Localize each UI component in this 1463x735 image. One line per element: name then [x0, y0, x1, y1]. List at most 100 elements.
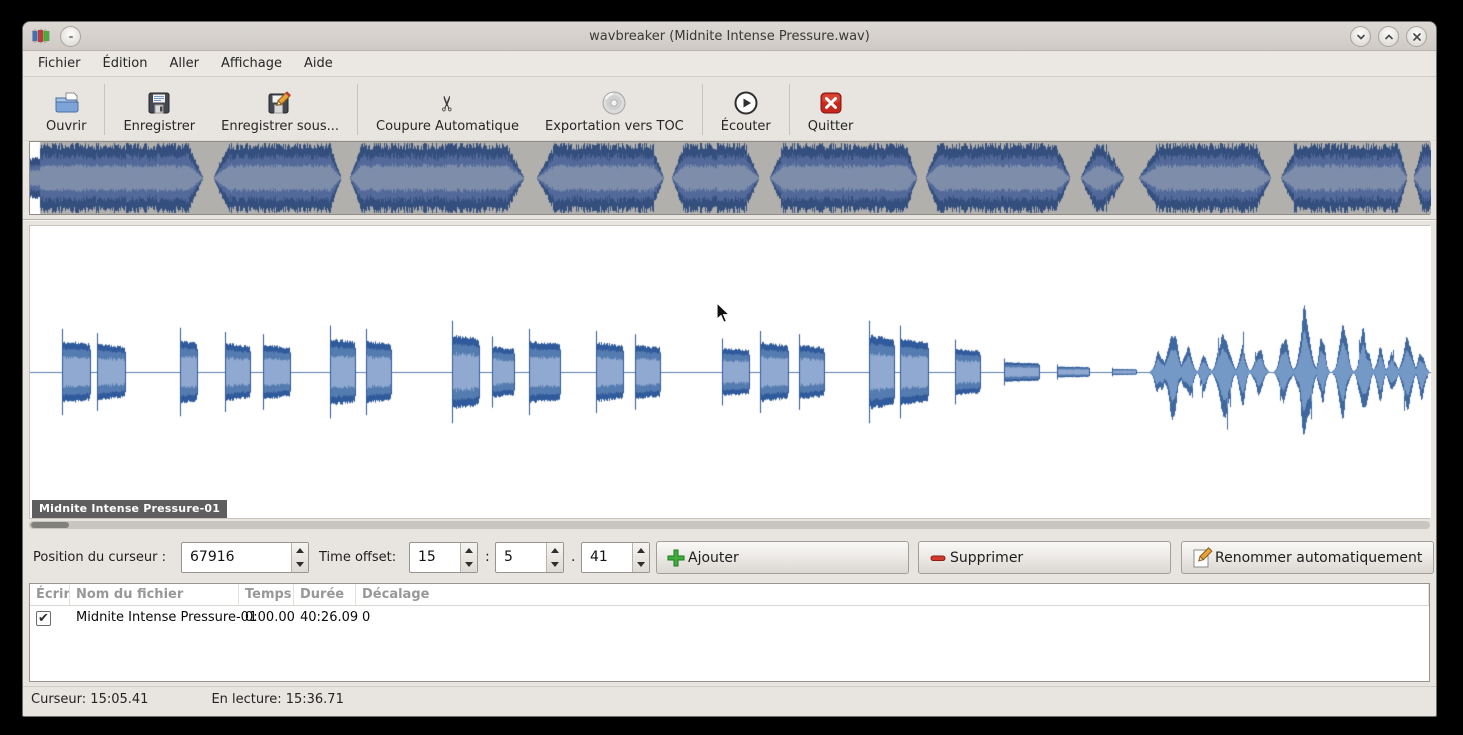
header-duration[interactable]: Durée: [294, 584, 356, 605]
play-icon: [733, 89, 759, 117]
auto-rename-button[interactable]: Renommer automatiquement: [1181, 541, 1434, 574]
toolbar-separator: [701, 84, 703, 135]
spin-down-button[interactable]: [633, 558, 649, 573]
time-offset-frac-input[interactable]: 41: [582, 543, 632, 572]
time-offset-min-spinbox[interactable]: 15: [409, 542, 478, 573]
spin-down-button[interactable]: [547, 558, 563, 573]
spin-up-button[interactable]: [547, 543, 563, 558]
add-plus-icon: [666, 548, 686, 568]
toc-export-label: Exportation vers TOC: [545, 119, 684, 134]
desktop: { "window": { "title": "wavbreaker (Midn…: [0, 0, 1463, 735]
scrollbar-thumb[interactable]: [31, 522, 69, 528]
window-menu-button[interactable]: [60, 26, 81, 47]
track-list: Écrir Nom du fichier Temps Durée Décalag…: [29, 583, 1430, 682]
quit-button[interactable]: Quitter: [795, 80, 867, 139]
header-filename[interactable]: Nom du fichier: [70, 584, 239, 605]
window-title: wavbreaker (Midnite Intense Pressure.wav…: [589, 29, 870, 44]
save-icon: [147, 89, 171, 117]
minimize-button[interactable]: [1350, 26, 1371, 47]
menu-aide[interactable]: Aide: [293, 51, 344, 76]
delete-label: Supprimer: [950, 549, 1024, 566]
status-playback: En lecture: 15:36.71: [211, 691, 344, 707]
track-list-header: Écrir Nom du fichier Temps Durée Décalag…: [30, 584, 1429, 606]
cursor-position-label: Position du curseur :: [33, 550, 166, 565]
add-label: Ajouter: [688, 549, 739, 566]
auto-cut-label: Coupure Automatique: [376, 119, 520, 134]
quit-icon: [819, 89, 843, 117]
spin-down-icon: [296, 562, 304, 568]
add-button[interactable]: Ajouter: [656, 541, 909, 574]
spin-down-button[interactable]: [461, 558, 477, 573]
toc-export-button[interactable]: Exportation vers TOC: [532, 80, 697, 139]
controls-row: Position du curseur : 67916 Time offset:…: [23, 541, 1436, 575]
close-icon: [1412, 32, 1421, 41]
menu-edition[interactable]: Édition: [92, 51, 159, 76]
close-button[interactable]: [1406, 26, 1427, 47]
time-colon: :: [485, 549, 490, 565]
separator-groove: [23, 219, 1436, 221]
chevron-up-icon: [1384, 33, 1393, 39]
wavbreaker-window: wavbreaker (Midnite Intense Pressure.wav…: [22, 21, 1437, 717]
toolbar: Ouvrir Enregistrer Enregistrer sous... ✂…: [23, 77, 1436, 141]
header-time[interactable]: Temps: [239, 584, 294, 605]
spin-up-button[interactable]: [633, 543, 649, 558]
menubar: Fichier Édition Aller Affichage Aide: [23, 51, 1436, 77]
header-write[interactable]: Écrir: [30, 584, 70, 605]
auto-cut-icon: ✂: [435, 94, 460, 112]
menu-aller[interactable]: Aller: [158, 51, 209, 76]
save-as-label: Enregistrer sous...: [221, 119, 340, 134]
spin-up-icon: [296, 547, 304, 553]
menu-fichier[interactable]: Fichier: [27, 51, 92, 76]
titlebar[interactable]: wavbreaker (Midnite Intense Pressure.wav…: [23, 22, 1436, 51]
delete-button[interactable]: Supprimer: [918, 541, 1171, 574]
spin-down-button[interactable]: [292, 558, 308, 573]
time-offset-frac-spinbox[interactable]: 41: [581, 542, 650, 573]
waveform-main[interactable]: Midnite Intense Pressure-01: [29, 225, 1431, 519]
save-button[interactable]: Enregistrer: [110, 80, 208, 139]
waveform-scrollbar[interactable]: [29, 521, 1430, 529]
waveform-overview[interactable]: [29, 141, 1431, 215]
chevron-down-icon: [1356, 34, 1365, 40]
cell-filename: Midnite Intense Pressure-01: [76, 610, 258, 625]
time-offset-sec-spinbox[interactable]: 5: [495, 542, 564, 573]
table-row[interactable]: ✔ Midnite Intense Pressure-01 0:00.00 40…: [30, 606, 1429, 630]
time-offset-label: Time offset:: [319, 550, 397, 565]
cursor-position-spinbox[interactable]: 67916: [181, 542, 309, 573]
save-as-icon: [267, 89, 293, 117]
play-button[interactable]: Écouter: [708, 80, 784, 139]
quit-label: Quitter: [807, 119, 854, 134]
window-menu-dot-icon: [69, 36, 73, 38]
write-checkbox[interactable]: ✔: [36, 610, 51, 626]
maximize-button[interactable]: [1378, 26, 1399, 47]
play-label: Écouter: [720, 119, 771, 134]
rename-pencil-icon: [1191, 546, 1213, 569]
window-controls: [1350, 26, 1427, 47]
spin-down-icon: [637, 562, 645, 568]
toc-export-icon: [601, 89, 627, 117]
toolbar-separator: [788, 84, 790, 135]
auto-cut-button[interactable]: ✂ Coupure Automatique: [363, 80, 532, 139]
status-cursor: Curseur: 15:05.41: [31, 691, 149, 707]
cell-time: 0:00.00: [245, 610, 295, 625]
save-as-button[interactable]: Enregistrer sous...: [208, 80, 352, 139]
spin-up-icon: [637, 547, 645, 553]
open-button[interactable]: Ouvrir: [33, 80, 99, 139]
cell-duration: 40:26.09: [300, 610, 359, 625]
track-part-label: Midnite Intense Pressure-01: [32, 500, 228, 518]
toolbar-separator: [104, 84, 106, 135]
toolbar-separator: [357, 84, 359, 135]
cell-offset: 0: [362, 610, 371, 625]
time-offset-min-input[interactable]: 15: [410, 543, 460, 572]
header-offset[interactable]: Décalage: [356, 584, 1429, 605]
waveform-overview-canvas[interactable]: [30, 142, 1431, 214]
time-offset-sec-input[interactable]: 5: [496, 543, 546, 572]
check-icon: ✔: [38, 610, 49, 626]
spin-down-icon: [465, 562, 473, 568]
spin-up-button[interactable]: [292, 543, 308, 558]
spin-up-button[interactable]: [461, 543, 477, 558]
menu-affichage[interactable]: Affichage: [210, 51, 293, 76]
app-icon: [32, 28, 50, 44]
spin-up-icon: [465, 547, 473, 553]
cursor-position-input[interactable]: 67916: [182, 543, 291, 572]
waveform-main-canvas[interactable]: [30, 226, 1431, 518]
